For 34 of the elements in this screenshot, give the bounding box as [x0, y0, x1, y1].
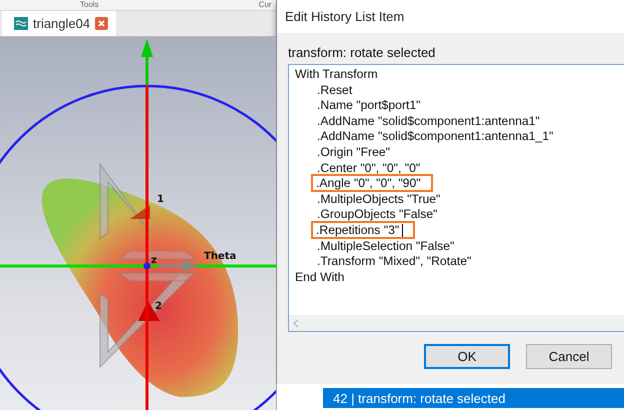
- origin-dot: [144, 262, 150, 270]
- code-line: .AddName "solid$component1:antenna1": [317, 114, 540, 128]
- project-icon: [14, 17, 28, 30]
- port-label: 2: [155, 301, 162, 312]
- code-line: .GroupObjects "False": [317, 207, 438, 222]
- code-line: .AddName "solid$component1:antenna1_1": [317, 129, 554, 144]
- text-caret: [402, 224, 404, 238]
- port-arrow-icon: [138, 301, 160, 321]
- code-line: .Transform "Mixed", "Rotate": [317, 254, 472, 268]
- document-tab[interactable]: triangle04: [2, 11, 116, 36]
- code-line: With Transform: [295, 67, 378, 81]
- code-line: .MultipleObjects "True": [317, 192, 440, 206]
- code-line: .Angle "0", "0", "90": [313, 176, 431, 190]
- dialog-title: Edit History List Item: [277, 0, 624, 33]
- code-editor[interactable]: [288, 64, 624, 332]
- close-icon[interactable]: [95, 17, 108, 30]
- history-row[interactable]: 42 | transform: rotate selected: [323, 388, 624, 408]
- port-arrow-icon: [130, 205, 150, 219]
- scroll-left-icon[interactable]: [293, 318, 299, 328]
- code-line: .Center "0", "0", "0": [317, 160, 420, 175]
- code-line: .Repetitions "3": [313, 222, 414, 238]
- ribbon-group-label: Tools: [80, 0, 99, 10]
- origin-label: z: [151, 255, 157, 266]
- port-label: 1: [157, 194, 164, 205]
- theta-arrow: [158, 260, 198, 272]
- code-line: End With: [295, 270, 344, 284]
- ribbon-group-label: Cur: [258, 0, 272, 10]
- code-line: .Origin "Free": [317, 144, 390, 159]
- cancel-button[interactable]: Cancel: [526, 344, 612, 369]
- code-line: .Name "port$port1": [317, 98, 420, 112]
- code-line: .Reset: [317, 82, 352, 97]
- code-line: .MultipleSelection "False": [317, 238, 454, 253]
- item-caption: transform: rotate selected: [287, 44, 436, 62]
- ok-button[interactable]: OK: [424, 344, 510, 369]
